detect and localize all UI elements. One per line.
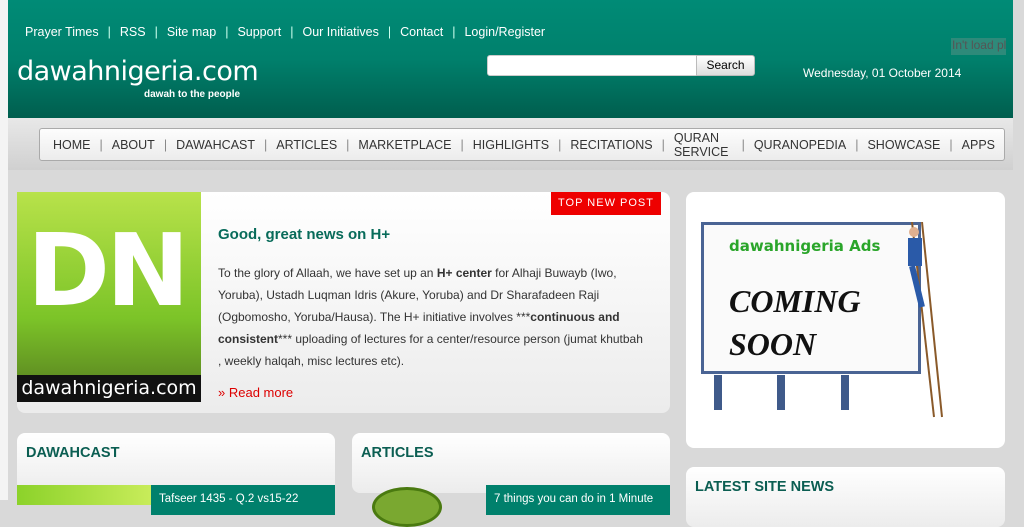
dawahcast-item[interactable]: Tafseer 1435 - Q.2 vs15-22 [151, 485, 335, 515]
dn-logo: DN [27, 212, 190, 329]
featured-image-caption: dawahnigeria.com [17, 375, 201, 402]
double-chevron-icon: » [218, 385, 229, 400]
featured-image[interactable]: DN dawahnigeria.com [17, 192, 201, 402]
read-more-link[interactable]: » Read more [218, 385, 293, 400]
top-link-initiatives[interactable]: Our Initiatives [302, 25, 378, 39]
featured-post: DN dawahnigeria.com TOP NEW POST Good, g… [17, 192, 670, 413]
top-link-sitemap[interactable]: Site map [167, 25, 216, 39]
top-link-rss[interactable]: RSS [120, 25, 146, 39]
ad-line: SOON [729, 326, 817, 362]
top-new-post-badge: TOP NEW POST [551, 192, 661, 215]
latest-news-section: LATEST SITE NEWS [686, 467, 1005, 527]
nav-item-showcase[interactable]: SHOWCASE [858, 138, 949, 152]
text: To the glory of Allaah, we have set up a… [218, 266, 437, 280]
read-more-label: Read more [228, 385, 294, 400]
post-excerpt: To the glory of Allaah, we have set up a… [218, 262, 648, 372]
article-item[interactable]: 7 things you can do in 1 Minute [486, 485, 670, 515]
nav-item-highlights[interactable]: HIGHLIGHTS [464, 138, 558, 152]
section-title[interactable]: ARTICLES [361, 445, 434, 461]
top-link-prayer-times[interactable]: Prayer Times [25, 25, 99, 39]
dawahcast-section: DAWAHCAST Tafseer 1435 - Q.2 vs15-22 [17, 433, 335, 515]
billboard-leg [714, 375, 722, 410]
bold-text: H+ center [436, 266, 492, 280]
ad-title: dawahnigeria Ads [729, 237, 881, 255]
billboard[interactable]: dawahnigeria Ads COMING SOON [701, 222, 921, 374]
divider: | [290, 25, 294, 39]
current-date: Wednesday, 01 October 2014 [803, 66, 962, 80]
nav-item-dawahcast[interactable]: DAWAHCAST [167, 138, 264, 152]
search-input[interactable] [487, 55, 697, 76]
text: *** uploading of lectures for a center/r… [218, 332, 643, 368]
nav-item-home[interactable]: HOME [44, 138, 100, 152]
divider: | [154, 25, 158, 39]
billboard-leg [841, 375, 849, 410]
dawahcast-thumbnail[interactable] [17, 485, 151, 505]
post-title[interactable]: Good, great news on H+ [218, 226, 390, 243]
nav-item-quran-service[interactable]: QURAN SERVICE [665, 131, 742, 159]
top-link-contact[interactable]: Contact [400, 25, 443, 39]
section-title[interactable]: DAWAHCAST [26, 445, 119, 461]
nav-item-quranopedia[interactable]: QURANOPEDIA [745, 138, 855, 152]
top-link-login[interactable]: Login/Register [464, 25, 545, 39]
broken-image: In't load pl [951, 38, 1006, 55]
divider: | [107, 25, 111, 39]
divider: | [387, 25, 392, 39]
divider: | [452, 25, 456, 39]
nav-item-about[interactable]: ABOUT [103, 138, 164, 152]
site-header: Prayer Times | RSS | Site map | Support | Ou… [8, 0, 1013, 118]
top-links: Prayer Times | RSS | Site map | Support | Ou… [25, 25, 545, 39]
ad-panel: dawahnigeria Ads COMING SOON [686, 192, 1005, 448]
site-logo[interactable]: dawahnigeria.com [17, 56, 259, 87]
nav-item-recitations[interactable]: RECITATIONS [561, 138, 661, 152]
nav-item-articles[interactable]: ARTICLES [267, 138, 346, 152]
main-nav: HOME | ABOUT | DAWAHCAST | ARTICLES | MARKETPLAC… [39, 128, 1005, 161]
section-title[interactable]: LATEST SITE NEWS [695, 479, 834, 495]
ad-line: COMING [729, 283, 861, 319]
articles-section: ARTICLES 7 things you can do in 1 Minute [352, 433, 670, 527]
billboard-leg [777, 375, 785, 410]
divider: | [225, 25, 229, 39]
site-tagline: dawah to the people [144, 89, 241, 100]
search-button[interactable]: Search [696, 55, 755, 76]
clock-thumbnail-icon[interactable] [372, 487, 442, 527]
page-edge [0, 0, 8, 500]
coming-soon: COMING SOON [729, 280, 861, 366]
painter-ladder-icon [908, 222, 943, 418]
nav-item-marketplace[interactable]: MARKETPLACE [349, 138, 460, 152]
top-link-support[interactable]: Support [237, 25, 281, 39]
nav-item-apps[interactable]: APPS [953, 138, 1004, 152]
